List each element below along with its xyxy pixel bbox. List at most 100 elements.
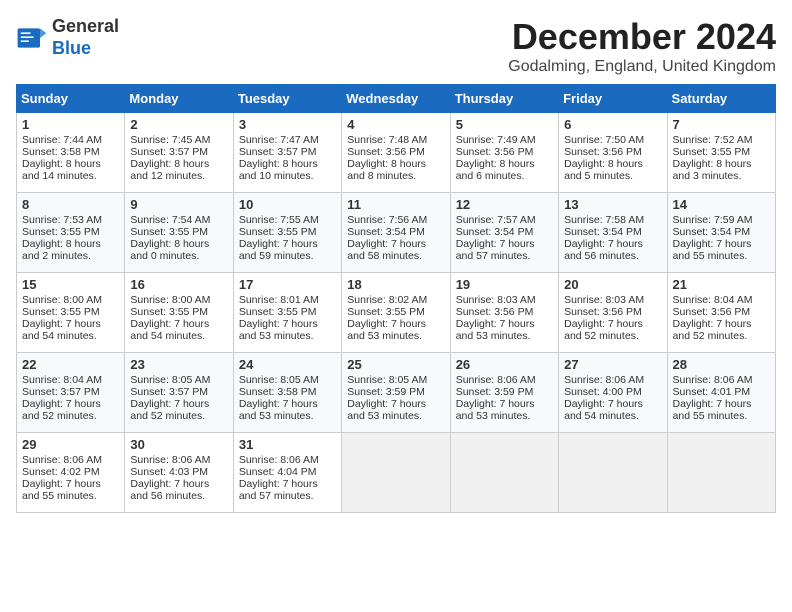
daylight-label: Daylight: 7 hours and 53 minutes. bbox=[239, 318, 318, 342]
logo-icon bbox=[16, 22, 48, 54]
calendar-cell bbox=[342, 433, 450, 513]
sunset-text: Sunset: 3:55 PM bbox=[347, 306, 425, 318]
sunrise-text: Sunrise: 8:06 AM bbox=[239, 454, 319, 466]
daylight-label: Daylight: 8 hours and 10 minutes. bbox=[239, 158, 318, 182]
daylight-label: Daylight: 7 hours and 55 minutes. bbox=[673, 238, 752, 262]
day-number: 24 bbox=[239, 357, 336, 372]
sunrise-text: Sunrise: 8:05 AM bbox=[347, 374, 427, 386]
title-area: December 2024 Godalming, England, United… bbox=[508, 16, 776, 76]
weekday-header-sunday: Sunday bbox=[17, 85, 125, 113]
sunrise-text: Sunrise: 7:45 AM bbox=[130, 134, 210, 146]
calendar-cell: 29Sunrise: 8:06 AMSunset: 4:02 PMDayligh… bbox=[17, 433, 125, 513]
calendar-cell: 14Sunrise: 7:59 AMSunset: 3:54 PMDayligh… bbox=[667, 193, 775, 273]
day-number: 11 bbox=[347, 197, 444, 212]
day-number: 30 bbox=[130, 437, 227, 452]
daylight-label: Daylight: 7 hours and 53 minutes. bbox=[347, 398, 426, 422]
daylight-label: Daylight: 8 hours and 2 minutes. bbox=[22, 238, 101, 262]
day-number: 8 bbox=[22, 197, 119, 212]
sunrise-text: Sunrise: 8:03 AM bbox=[564, 294, 644, 306]
sunset-text: Sunset: 3:56 PM bbox=[456, 306, 534, 318]
day-number: 28 bbox=[673, 357, 770, 372]
daylight-label: Daylight: 7 hours and 56 minutes. bbox=[130, 478, 209, 502]
sunrise-text: Sunrise: 7:59 AM bbox=[673, 214, 753, 226]
day-number: 26 bbox=[456, 357, 553, 372]
calendar-cell: 1Sunrise: 7:44 AMSunset: 3:58 PMDaylight… bbox=[17, 113, 125, 193]
sunset-text: Sunset: 4:04 PM bbox=[239, 466, 317, 478]
location-title: Godalming, England, United Kingdom bbox=[508, 58, 776, 76]
sunrise-text: Sunrise: 8:05 AM bbox=[239, 374, 319, 386]
calendar-cell: 7Sunrise: 7:52 AMSunset: 3:55 PMDaylight… bbox=[667, 113, 775, 193]
calendar-table: SundayMondayTuesdayWednesdayThursdayFrid… bbox=[16, 84, 776, 513]
calendar-cell: 20Sunrise: 8:03 AMSunset: 3:56 PMDayligh… bbox=[559, 273, 667, 353]
daylight-label: Daylight: 8 hours and 3 minutes. bbox=[673, 158, 752, 182]
sunrise-text: Sunrise: 8:04 AM bbox=[22, 374, 102, 386]
sunset-text: Sunset: 3:55 PM bbox=[239, 306, 317, 318]
calendar-cell: 22Sunrise: 8:04 AMSunset: 3:57 PMDayligh… bbox=[17, 353, 125, 433]
day-number: 22 bbox=[22, 357, 119, 372]
day-number: 23 bbox=[130, 357, 227, 372]
weekday-header-thursday: Thursday bbox=[450, 85, 558, 113]
weekday-header-row: SundayMondayTuesdayWednesdayThursdayFrid… bbox=[17, 85, 776, 113]
sunset-text: Sunset: 3:54 PM bbox=[673, 226, 751, 238]
sunrise-text: Sunrise: 8:06 AM bbox=[22, 454, 102, 466]
sunrise-text: Sunrise: 7:49 AM bbox=[456, 134, 536, 146]
calendar-cell: 5Sunrise: 7:49 AMSunset: 3:56 PMDaylight… bbox=[450, 113, 558, 193]
sunset-text: Sunset: 3:55 PM bbox=[22, 226, 100, 238]
sunset-text: Sunset: 3:59 PM bbox=[456, 386, 534, 398]
week-row-3: 15Sunrise: 8:00 AMSunset: 3:55 PMDayligh… bbox=[17, 273, 776, 353]
sunset-text: Sunset: 3:55 PM bbox=[673, 146, 751, 158]
day-number: 29 bbox=[22, 437, 119, 452]
calendar-cell: 23Sunrise: 8:05 AMSunset: 3:57 PMDayligh… bbox=[125, 353, 233, 433]
week-row-2: 8Sunrise: 7:53 AMSunset: 3:55 PMDaylight… bbox=[17, 193, 776, 273]
sunset-text: Sunset: 3:56 PM bbox=[673, 306, 751, 318]
weekday-header-saturday: Saturday bbox=[667, 85, 775, 113]
day-number: 21 bbox=[673, 277, 770, 292]
sunset-text: Sunset: 3:59 PM bbox=[347, 386, 425, 398]
sunrise-text: Sunrise: 8:01 AM bbox=[239, 294, 319, 306]
daylight-label: Daylight: 7 hours and 56 minutes. bbox=[564, 238, 643, 262]
sunrise-text: Sunrise: 8:06 AM bbox=[673, 374, 753, 386]
day-number: 17 bbox=[239, 277, 336, 292]
calendar-cell: 2Sunrise: 7:45 AMSunset: 3:57 PMDaylight… bbox=[125, 113, 233, 193]
sunrise-text: Sunrise: 7:55 AM bbox=[239, 214, 319, 226]
daylight-label: Daylight: 7 hours and 55 minutes. bbox=[22, 478, 101, 502]
calendar-cell: 25Sunrise: 8:05 AMSunset: 3:59 PMDayligh… bbox=[342, 353, 450, 433]
calendar-cell bbox=[450, 433, 558, 513]
calendar-cell: 4Sunrise: 7:48 AMSunset: 3:56 PMDaylight… bbox=[342, 113, 450, 193]
day-number: 7 bbox=[673, 117, 770, 132]
calendar-cell: 17 Sunrise: 8:01 AMSunset: 3:55 PMDayligh… bbox=[233, 273, 341, 353]
logo-text: General Blue bbox=[52, 16, 119, 59]
daylight-label: Daylight: 8 hours and 0 minutes. bbox=[130, 238, 209, 262]
weekday-header-friday: Friday bbox=[559, 85, 667, 113]
sunrise-text: Sunrise: 8:00 AM bbox=[22, 294, 102, 306]
sunset-text: Sunset: 3:56 PM bbox=[564, 146, 642, 158]
sunrise-text: Sunrise: 7:47 AM bbox=[239, 134, 319, 146]
sunrise-text: Sunrise: 7:53 AM bbox=[22, 214, 102, 226]
sunrise-text: Sunrise: 8:00 AM bbox=[130, 294, 210, 306]
day-number: 27 bbox=[564, 357, 661, 372]
daylight-label: Daylight: 7 hours and 57 minutes. bbox=[456, 238, 535, 262]
sunset-text: Sunset: 3:55 PM bbox=[22, 306, 100, 318]
sunrise-text: Sunrise: 7:56 AM bbox=[347, 214, 427, 226]
calendar-cell: 16Sunrise: 8:00 AMSunset: 3:55 PMDayligh… bbox=[125, 273, 233, 353]
month-title: December 2024 bbox=[508, 16, 776, 58]
day-number: 1 bbox=[22, 117, 119, 132]
calendar-cell: 8 Sunrise: 7:53 AMSunset: 3:55 PMDaylight… bbox=[17, 193, 125, 273]
sunset-text: Sunset: 4:01 PM bbox=[673, 386, 751, 398]
day-number: 31 bbox=[239, 437, 336, 452]
day-number: 6 bbox=[564, 117, 661, 132]
logo: General Blue bbox=[16, 16, 119, 59]
daylight-label: Daylight: 7 hours and 54 minutes. bbox=[130, 318, 209, 342]
calendar-cell: 27Sunrise: 8:06 AMSunset: 4:00 PMDayligh… bbox=[559, 353, 667, 433]
daylight-label: Daylight: 7 hours and 52 minutes. bbox=[673, 318, 752, 342]
weekday-header-tuesday: Tuesday bbox=[233, 85, 341, 113]
daylight-label: Daylight: 7 hours and 52 minutes. bbox=[564, 318, 643, 342]
daylight-label: Daylight: 7 hours and 58 minutes. bbox=[347, 238, 426, 262]
day-number: 3 bbox=[239, 117, 336, 132]
daylight-label: Daylight: 8 hours and 14 minutes. bbox=[22, 158, 101, 182]
daylight-label: Daylight: 7 hours and 53 minutes. bbox=[347, 318, 426, 342]
daylight-label: Daylight: 7 hours and 52 minutes. bbox=[130, 398, 209, 422]
sunset-text: Sunset: 4:03 PM bbox=[130, 466, 208, 478]
week-row-5: 29Sunrise: 8:06 AMSunset: 4:02 PMDayligh… bbox=[17, 433, 776, 513]
day-number: 2 bbox=[130, 117, 227, 132]
